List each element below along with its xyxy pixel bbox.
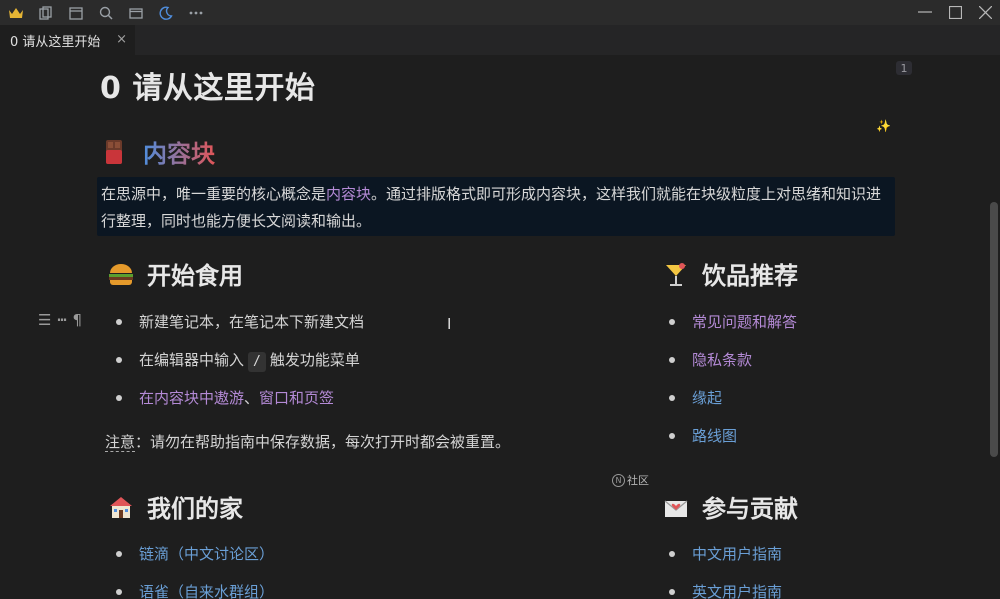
editor-content[interactable]: 0 请从这里开始 1 ✨ 内容块 在思源中，唯一重要的核心概念是内容块。通过排版…: [0, 55, 1000, 599]
cocktail-icon: [662, 260, 690, 288]
bullet-icon: [116, 551, 122, 557]
blockquote[interactable]: 在思源中，唯一重要的核心概念是内容块。通过排版格式即可形成内容块，这样我们就能在…: [97, 177, 895, 236]
inline-code: /: [248, 352, 266, 372]
heading-text: 参与贡献: [702, 495, 798, 523]
tab-document[interactable]: 0 请从这里开始 ×: [0, 25, 135, 55]
house-icon: [107, 493, 135, 521]
start-list: 新建笔记本，在笔记本下新建文档 在编辑器中输入 / 触发功能菜单 在内容块中遨游、窗…: [105, 303, 605, 417]
calendar-icon[interactable]: [66, 3, 86, 23]
list-item[interactable]: 隐私条款: [658, 341, 958, 379]
heading-content-block[interactable]: 内容块: [103, 134, 215, 169]
tab-bar: 0 请从这里开始 ×: [0, 25, 1000, 55]
heading-drinks[interactable]: 饮品推荐: [662, 256, 798, 291]
list-item[interactable]: 中文用户指南: [658, 535, 958, 573]
link-windows-tabs[interactable]: 窗口和页签: [259, 389, 334, 407]
list-item[interactable]: 在内容块中遨游、窗口和页签: [105, 379, 605, 417]
community-icon: N: [612, 473, 625, 487]
list-item[interactable]: 英文用户指南: [658, 573, 958, 599]
window-icon[interactable]: [126, 3, 146, 23]
heading-contrib[interactable]: 参与贡献: [662, 489, 798, 524]
heading-home[interactable]: 我们的家: [107, 489, 243, 524]
link-en-guide[interactable]: 英文用户指南: [692, 583, 782, 599]
link-privacy[interactable]: 隐私条款: [692, 351, 752, 369]
crown-icon[interactable]: [6, 3, 26, 23]
search-icon[interactable]: [96, 3, 116, 23]
list-item[interactable]: 新建笔记本，在笔记本下新建文档: [105, 303, 605, 341]
notice-paragraph[interactable]: 注意：请勿在帮助指南中保存数据，每次打开时都会被重置。: [105, 431, 510, 452]
link-wander-blocks[interactable]: 在内容块中遨游: [139, 389, 244, 407]
list-item[interactable]: 路线图: [658, 417, 958, 455]
moon-icon[interactable]: [156, 3, 176, 23]
content-block-link[interactable]: 内容块: [326, 185, 371, 203]
bullet-icon: [669, 357, 675, 363]
page-title[interactable]: 0 请从这里开始: [100, 63, 315, 107]
link-zh-guide[interactable]: 中文用户指南: [692, 545, 782, 563]
bullet-icon: [669, 551, 675, 557]
list-item[interactable]: 在编辑器中输入 / 触发功能菜单: [105, 341, 605, 379]
heading-start[interactable]: 开始食用: [107, 256, 243, 291]
link-yuque[interactable]: 语雀（自来水群组）: [139, 583, 274, 599]
link-origin[interactable]: 缘起: [692, 389, 722, 407]
heading-text: 内容块: [143, 134, 215, 169]
contrib-list: 中文用户指南 英文用户指南: [658, 535, 958, 599]
heading-text: 饮品推荐: [702, 262, 798, 290]
dash-icon[interactable]: ┅: [57, 311, 66, 329]
blockquote-text: 在思源中，唯一重要的核心概念是内容块。通过排版格式即可形成内容块，这样我们就能在…: [101, 185, 882, 230]
maximize-icon[interactable]: [944, 2, 966, 22]
block-gutter[interactable]: ☰ ┅ ¶: [38, 311, 82, 329]
tab-label: 0 请从这里开始: [10, 34, 101, 50]
chocolate-bar-icon: [103, 138, 131, 166]
community-tag[interactable]: N 社区: [612, 472, 649, 488]
bullet-icon: [116, 319, 122, 325]
bullet-icon: [669, 319, 675, 325]
list-item[interactable]: 常见问题和解答: [658, 303, 958, 341]
app-window: 0 请从这里开始 × 0 请从这里开始 1 ✨ 内容块 在思源中，唯一重要的核心…: [0, 0, 1000, 599]
bullet-icon: [116, 589, 122, 595]
home-list: 链滴（中文讨论区） 语雀（自来水群组）: [105, 535, 605, 599]
drinks-list: 常见问题和解答 隐私条款 缘起 路线图: [658, 303, 958, 455]
list-item[interactable]: 缘起: [658, 379, 958, 417]
bullet-icon: [669, 395, 675, 401]
link-ld246[interactable]: 链滴（中文讨论区）: [139, 545, 274, 563]
heading-text: 我们的家: [147, 495, 243, 523]
bullet-icon: [669, 589, 675, 595]
notice-label: 注意: [105, 433, 136, 452]
pilcrow-icon[interactable]: ¶: [72, 311, 82, 329]
page-badge[interactable]: 1: [896, 61, 912, 75]
list-item[interactable]: 语雀（自来水群组）: [105, 573, 605, 599]
close-icon[interactable]: [974, 2, 996, 22]
heading-text: 开始食用: [147, 262, 243, 290]
bullet-icon: [116, 357, 122, 363]
copy-icon[interactable]: [36, 3, 56, 23]
link-faq[interactable]: 常见问题和解答: [692, 313, 797, 331]
list-icon[interactable]: ☰: [38, 311, 51, 329]
list-item[interactable]: 链滴（中文讨论区）: [105, 535, 605, 573]
minimize-icon[interactable]: [914, 2, 936, 22]
sparkle-icon[interactable]: ✨: [876, 119, 891, 133]
top-toolbar: [0, 0, 1000, 25]
bullet-icon: [669, 433, 675, 439]
love-letter-icon: [662, 493, 690, 521]
link-roadmap[interactable]: 路线图: [692, 427, 737, 445]
burger-icon: [107, 260, 135, 288]
bullet-icon: [116, 395, 122, 401]
vertical-scrollbar[interactable]: [990, 202, 998, 457]
tab-close-icon[interactable]: ×: [116, 32, 127, 47]
more-icon[interactable]: [186, 3, 206, 23]
